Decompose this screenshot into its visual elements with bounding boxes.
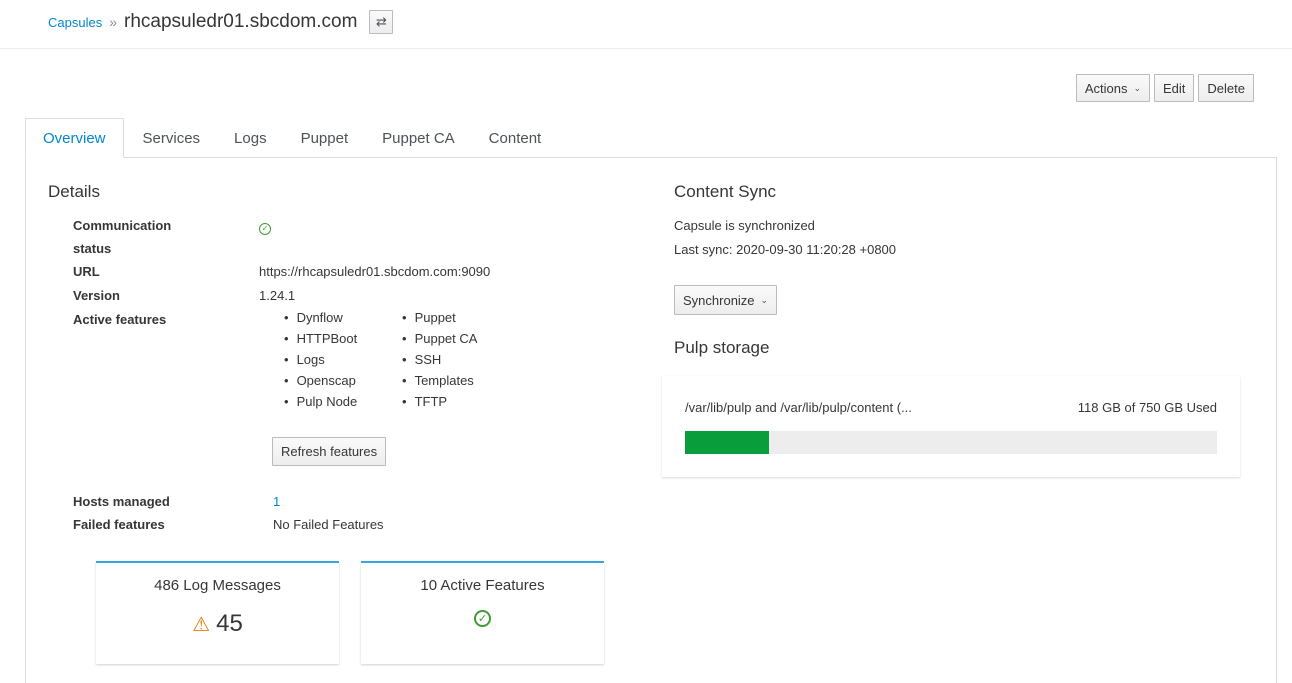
feature-item: TFTP bbox=[402, 394, 502, 412]
feature-item: Templates bbox=[402, 373, 502, 391]
active-features-body: ✓ bbox=[361, 610, 604, 627]
storage-used: 118 GB of 750 GB Used bbox=[1077, 400, 1217, 415]
breadcrumb-capsules-link[interactable]: Capsules bbox=[48, 15, 102, 30]
chevron-down-icon: ⌄ bbox=[1133, 82, 1142, 93]
log-messages-title: 486 Log Messages bbox=[154, 577, 281, 594]
active-features-title: 10 Active Features bbox=[420, 577, 545, 594]
feature-item: Puppet bbox=[402, 310, 502, 328]
log-messages-card[interactable]: 486 Log Messages ⚠ 45 bbox=[96, 561, 339, 664]
failed-features-label: Failed features bbox=[73, 517, 165, 532]
breadcrumb: Capsules » rhcapsuledr01.sbcdom.com ⇄ bbox=[48, 8, 394, 36]
tab-logs[interactable]: Logs bbox=[217, 118, 284, 158]
tab-puppet[interactable]: Puppet bbox=[284, 118, 366, 158]
delete-button[interactable]: Delete bbox=[1198, 74, 1254, 102]
tab-overview[interactable]: Overview bbox=[25, 118, 124, 158]
storage-path: /var/lib/pulp and /var/lib/pulp/content … bbox=[685, 400, 912, 415]
pulp-storage-card: /var/lib/pulp and /var/lib/pulp/content … bbox=[662, 376, 1240, 477]
active-features-label: Active features bbox=[73, 312, 167, 327]
feature-item: HTTPBoot bbox=[284, 331, 402, 349]
storage-progress-bar bbox=[685, 431, 1217, 454]
communication-status: ✓ bbox=[259, 219, 271, 235]
actions-button-label: Actions bbox=[1084, 80, 1128, 96]
pulp-storage-heading: Pulp storage bbox=[674, 338, 770, 357]
tab-services[interactable]: Services bbox=[126, 118, 218, 158]
version-value: 1.24.1 bbox=[259, 288, 296, 303]
tab-bar: Overview Services Logs Puppet Puppet CA … bbox=[25, 118, 558, 158]
failed-features-value: No Failed Features bbox=[273, 517, 384, 532]
url-label: URL bbox=[73, 264, 100, 279]
warning-icon: ⚠ bbox=[192, 613, 211, 636]
log-messages-body: ⚠ 45 bbox=[96, 610, 339, 638]
tab-puppet-ca[interactable]: Puppet CA bbox=[365, 118, 472, 158]
switch-icon: ⇄ bbox=[375, 14, 387, 29]
synchronize-dropdown-button[interactable]: Synchronize ⌄ bbox=[674, 285, 778, 315]
feature-item: Openscap bbox=[284, 373, 402, 391]
actions-dropdown-button[interactable]: Actions ⌄ bbox=[1075, 74, 1151, 102]
check-circle-icon: ✓ bbox=[259, 223, 271, 235]
communication-label-cont: status bbox=[73, 241, 112, 256]
hosts-managed-link[interactable]: 1 bbox=[273, 494, 280, 509]
last-sync: Last sync: 2020-09-30 11:20:28 +0800 bbox=[674, 242, 897, 257]
content-sync-heading: Content Sync bbox=[674, 182, 777, 201]
version-label: Version bbox=[73, 288, 120, 303]
active-features-card[interactable]: 10 Active Features ✓ bbox=[361, 561, 604, 664]
tab-content[interactable]: Content bbox=[472, 118, 559, 158]
page-title: rhcapsuledr01.sbcdom.com bbox=[124, 11, 358, 32]
hosts-managed-label: Hosts managed bbox=[73, 494, 170, 509]
details-heading: Details bbox=[48, 182, 100, 201]
feature-item: SSH bbox=[402, 352, 502, 370]
url-value: https://rhcapsuledr01.sbcdom.com:9090 bbox=[259, 264, 491, 279]
check-circle-icon: ✓ bbox=[474, 610, 491, 627]
feature-item: Logs bbox=[284, 352, 402, 370]
feature-item: Dynflow bbox=[284, 310, 402, 328]
edit-button[interactable]: Edit bbox=[1154, 74, 1195, 102]
storage-progress-fill bbox=[685, 431, 769, 454]
feature-item: Puppet CA bbox=[402, 331, 502, 349]
header-divider bbox=[0, 48, 1292, 49]
refresh-features-button[interactable]: Refresh features bbox=[272, 437, 387, 466]
sync-status: Capsule is synchronized bbox=[674, 218, 815, 233]
synchronize-button-label: Synchronize bbox=[683, 292, 755, 308]
warning-count: 45 bbox=[216, 610, 243, 637]
feature-item: Pulp Node bbox=[284, 394, 402, 412]
breadcrumb-separator: » bbox=[109, 14, 117, 30]
action-toolbar: Actions ⌄ Edit Delete bbox=[1075, 74, 1254, 102]
active-features-list: Dynflow Puppet HTTPBoot Puppet CA Logs S… bbox=[284, 310, 502, 412]
chevron-down-icon: ⌄ bbox=[760, 294, 769, 305]
switch-capsule-button[interactable]: ⇄ bbox=[369, 10, 394, 34]
communication-label: Communication bbox=[73, 218, 172, 233]
